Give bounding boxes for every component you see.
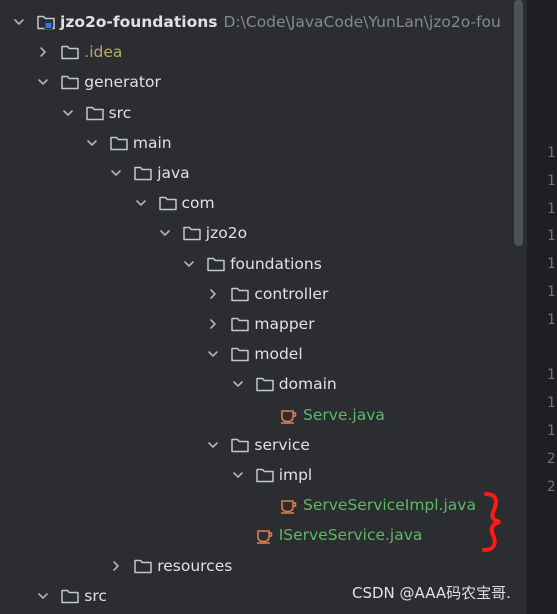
line-number: 1 <box>547 256 556 273</box>
folder-icon <box>85 104 105 122</box>
folder-icon <box>133 557 153 575</box>
tree-item-mapper[interactable]: mapper <box>0 309 527 339</box>
tree-item-label: resources <box>157 556 233 575</box>
java-class-icon <box>279 496 299 514</box>
tree-item-jzo2o[interactable]: jzo2o <box>0 218 527 248</box>
tree-item-label: IServeService.java <box>278 526 423 545</box>
tree-item-iserveservice-java[interactable]: IServeService.java <box>0 520 527 550</box>
folder-icon <box>230 436 250 454</box>
tree-item-label: com <box>181 194 215 213</box>
tree-item-jzo2o-foundations[interactable]: jzo2o-foundations D:\Code\JavaCode\YunLan… <box>0 7 527 37</box>
chevron-down-icon[interactable] <box>158 226 172 240</box>
watermark: CSDN @AAA码农宝哥. <box>352 584 511 602</box>
folder-icon <box>230 345 250 363</box>
line-number: 1 <box>547 367 556 384</box>
chevron-right-icon[interactable] <box>109 559 123 573</box>
tree-item-label: controller <box>254 284 329 303</box>
tree-item-idea[interactable]: .idea <box>0 37 527 67</box>
chevron-down-icon[interactable] <box>206 347 220 361</box>
tree-item-label: java <box>157 164 190 182</box>
project-tree: jzo2o-foundations D:\Code\JavaCode\YunLan… <box>0 0 527 614</box>
folder-icon <box>133 164 153 182</box>
tree-item-label: Serve.java <box>303 405 385 424</box>
folder-icon <box>60 43 80 61</box>
chevron-down-icon[interactable] <box>182 257 196 271</box>
line-number: 1 <box>547 284 556 300</box>
chevron-down-icon[interactable] <box>206 438 220 452</box>
tree-item-domain[interactable]: domain <box>0 369 527 399</box>
tree-item-src[interactable]: src <box>0 98 527 128</box>
folder-icon <box>230 285 250 303</box>
tree-item-label: service <box>254 435 310 454</box>
line-number: 1 <box>547 395 556 412</box>
chevron-down-icon[interactable] <box>134 196 148 210</box>
tree-item-label: ServeServiceImpl.java <box>303 496 476 515</box>
red-brace-annotation <box>482 492 501 552</box>
tree-item-impl[interactable]: impl <box>0 460 527 490</box>
chevron-right-icon[interactable] <box>206 287 220 301</box>
chevron-down-icon[interactable] <box>109 166 123 180</box>
tree-item-label: model <box>254 345 303 364</box>
tree-item-label: generator <box>84 73 161 92</box>
line-number: 1 <box>547 172 556 189</box>
tree-item-label: src <box>84 586 107 605</box>
tree-item-label: mapper <box>254 315 315 333</box>
folder-icon <box>182 224 202 242</box>
folder-icon <box>206 255 226 273</box>
project-name: jzo2o-foundations D:\Code\JavaCode\YunLan… <box>60 12 501 32</box>
tree-item-serve-java[interactable]: Serve.java <box>0 400 527 430</box>
tree-item-serveserviceimpl-java[interactable]: ServeServiceImpl.java <box>0 490 527 520</box>
line-number: 2 <box>547 478 556 495</box>
chevron-down-icon[interactable] <box>231 468 245 482</box>
folder-icon <box>255 375 275 393</box>
tree-item-main[interactable]: main <box>0 128 527 158</box>
tree-item-label: foundations <box>230 254 322 273</box>
tree-item-label: main <box>132 133 172 152</box>
tree-item-service[interactable]: service <box>0 430 527 460</box>
line-number: 1 <box>547 423 556 439</box>
folder-icon <box>60 587 80 605</box>
line-number: 2 <box>547 450 556 467</box>
folder-icon <box>255 466 275 484</box>
folder-icon <box>230 315 250 333</box>
tree-item-generator[interactable]: generator <box>0 67 527 97</box>
chevron-right-icon[interactable] <box>206 317 220 331</box>
tree-item-label: impl <box>278 466 313 484</box>
chevron-down-icon[interactable] <box>12 15 26 29</box>
folder-icon <box>60 73 80 91</box>
chevron-down-icon[interactable] <box>36 75 50 89</box>
chevron-down-icon[interactable] <box>85 136 99 150</box>
folder-icon <box>158 194 178 212</box>
tree-item-com[interactable]: com <box>0 188 527 218</box>
chevron-down-icon[interactable] <box>36 589 50 603</box>
tree-item-resources[interactable]: resources <box>0 551 527 581</box>
chevron-down-icon[interactable] <box>61 106 75 120</box>
tree-scrollbar[interactable] <box>514 0 523 246</box>
chevron-right-icon[interactable] <box>36 45 50 59</box>
tree-item-label: src <box>108 103 132 122</box>
tree-item-label: jzo2o <box>205 224 248 243</box>
project-folder-icon <box>36 13 56 31</box>
project-title: jzo2o-foundations <box>60 13 218 31</box>
tree-item-label: .idea <box>84 43 123 62</box>
tree-item-foundations[interactable]: foundations <box>0 249 527 279</box>
java-class-icon <box>255 526 275 545</box>
tree-item-model[interactable]: model <box>0 339 527 369</box>
folder-icon <box>109 134 129 152</box>
tree-item-controller[interactable]: controller <box>0 279 527 309</box>
editor-gutter: 1 1 1 1 1 1 1 1 1 1 2 2 <box>527 0 557 614</box>
line-number: 1 <box>547 311 556 328</box>
tree-item-label: domain <box>278 375 337 394</box>
tree-item-java[interactable]: java <box>0 158 527 188</box>
line-number: 1 <box>547 228 556 245</box>
chevron-down-icon[interactable] <box>231 377 245 391</box>
java-class-icon <box>279 406 299 424</box>
project-path: D:\Code\JavaCode\YunLan\jzo2o-fou <box>223 13 501 31</box>
line-number: 1 <box>547 145 556 161</box>
line-number: 1 <box>547 200 556 217</box>
